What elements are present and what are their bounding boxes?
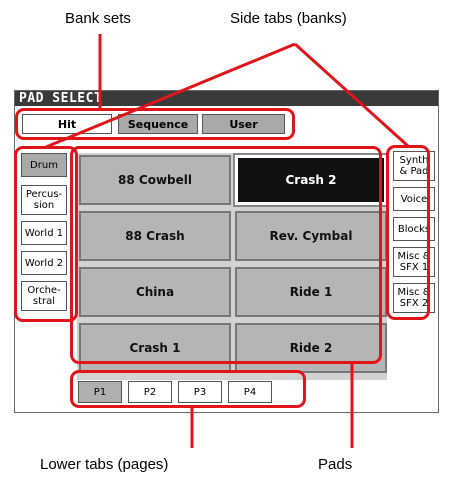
- line-side-tabs-right: [293, 42, 410, 148]
- line-side-tabs-left: [45, 42, 296, 149]
- callout-lines: [45, 34, 410, 448]
